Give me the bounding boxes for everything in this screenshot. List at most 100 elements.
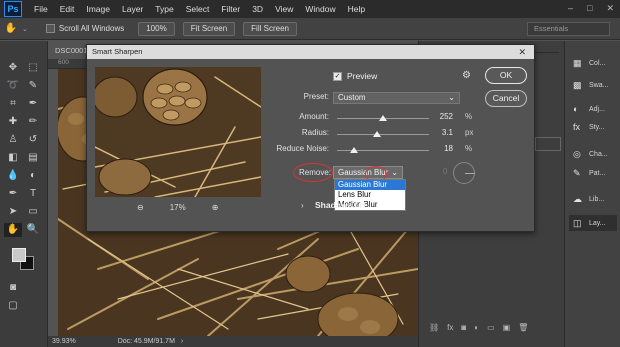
pen-tool-icon[interactable]: ✒ (4, 187, 22, 201)
blur-tool-icon[interactable]: 💧 (4, 169, 22, 183)
remove-label: Remove: (299, 168, 332, 177)
type-tool-icon[interactable]: T (24, 187, 42, 201)
radius-slider-thumb[interactable] (372, 131, 381, 137)
eraser-tool-icon[interactable]: ◧ (4, 151, 22, 165)
amount-label-wrap: Amount: (277, 112, 329, 124)
foreground-color-swatch[interactable] (12, 248, 26, 262)
preview-zoom-controls: ⊖ 17% ⊕ (137, 203, 218, 212)
zoom-100-button[interactable]: 100% (138, 21, 175, 36)
doc-size-readout: Doc: 45.9M/91.7M (117, 338, 175, 345)
strip-label-adjustments: Adj... (589, 105, 605, 113)
styles-panel-icon: fx (573, 122, 581, 132)
amount-value[interactable]: 252 (423, 112, 453, 121)
menu-3d[interactable]: 3D (246, 4, 269, 14)
new-layer-icon[interactable]: ▣ (503, 323, 511, 332)
menu-layer[interactable]: Layer (116, 4, 149, 14)
status-arrow-icon[interactable]: › (181, 338, 183, 345)
zoom-in-icon[interactable]: ⊕ (212, 203, 219, 212)
ruler-label: 600 (58, 59, 69, 66)
noise-label: Reduce Noise: (276, 144, 329, 153)
menu-image[interactable]: Image (80, 4, 116, 14)
strip-channels[interactable]: ◎ Cha... (573, 146, 608, 162)
menu-view[interactable]: View (269, 4, 299, 14)
close-icon[interactable]: ✕ (606, 3, 614, 14)
dodge-tool-icon[interactable]: ◐ (24, 169, 42, 183)
cancel-button[interactable]: Cancel (485, 90, 527, 107)
dialog-close-icon[interactable]: ✕ (518, 45, 526, 59)
new-group-icon[interactable]: ▭ (487, 323, 495, 332)
hand-tool-active-icon[interactable]: ✋ (4, 223, 22, 237)
menu-type[interactable]: Type (149, 4, 179, 14)
move-tool-icon[interactable]: ✥ (4, 61, 22, 75)
menu-file[interactable]: File (28, 4, 54, 14)
radius-slider[interactable] (337, 134, 429, 135)
shadows-highlights-label[interactable]: Shadows / H (315, 200, 366, 210)
workspace-select[interactable]: Essentials (527, 22, 610, 36)
color-panel-icon: ▦ (573, 58, 582, 68)
angle-dial[interactable] (453, 162, 475, 184)
gradient-tool-icon[interactable]: ▤ (24, 151, 42, 165)
panel-options-icon[interactable] (535, 137, 561, 151)
hand-tool-icon[interactable]: ✋ (0, 23, 22, 34)
strip-color[interactable]: ▦ Col... (573, 55, 605, 71)
tool-preset-chevron-icon[interactable]: ⌄ (22, 25, 28, 33)
screen-mode-icon[interactable]: ▢ (4, 299, 22, 313)
layer-mask-icon[interactable]: ◙ (461, 323, 466, 332)
zoom-out-icon[interactable]: ⊖ (137, 203, 144, 212)
noise-label-wrap: Reduce Noise: (267, 144, 329, 156)
fill-screen-button[interactable]: Fill Screen (243, 21, 297, 36)
crop-tool-icon[interactable]: ⌗ (4, 97, 22, 111)
marquee-tool-icon[interactable]: ⬚ (24, 61, 42, 75)
libraries-panel-icon: ☁ (573, 194, 582, 204)
history-brush-tool-icon[interactable]: ↺ (24, 133, 42, 147)
shape-tool-icon[interactable]: ▭ (24, 205, 42, 219)
disclosure-arrow-icon[interactable]: › (301, 201, 304, 210)
radius-value[interactable]: 3.1 (423, 128, 453, 137)
strip-styles[interactable]: fx Sty... (573, 119, 604, 135)
remove-option-gaussian[interactable]: Gaussian Blur (335, 180, 405, 190)
noise-slider-thumb[interactable] (349, 147, 358, 153)
strip-adjustments[interactable]: ◐ Adj... (573, 101, 605, 117)
menu-window[interactable]: Window (299, 4, 341, 14)
lasso-tool-icon[interactable]: ➰ (4, 79, 22, 93)
clone-stamp-tool-icon[interactable]: ♙ (4, 133, 22, 147)
strip-label-swatches: Swa... (589, 81, 609, 89)
pine-cone-preview-image (95, 67, 261, 197)
preview-checkbox[interactable]: ✓ (333, 71, 342, 81)
strip-swatches[interactable]: ▩ Swa... (573, 77, 608, 93)
noise-value[interactable]: 18 (423, 144, 453, 153)
amount-slider-thumb[interactable] (379, 115, 387, 121)
maximize-icon[interactable]: □ (587, 3, 592, 14)
healing-tool-icon[interactable]: ✚ (4, 115, 22, 129)
strip-layers[interactable]: ◫ Lay... (569, 215, 617, 231)
remove-option-lens[interactable]: Lens Blur (335, 190, 405, 200)
menu-edit[interactable]: Edit (54, 4, 81, 14)
scroll-all-checkbox[interactable] (45, 24, 55, 33)
path-select-tool-icon[interactable]: ➤ (4, 205, 22, 219)
preview-checkbox-row[interactable]: ✓ Preview (333, 71, 377, 81)
link-layers-icon[interactable]: ⛓ (429, 323, 439, 332)
preset-label: Preset: (303, 92, 329, 101)
settings-gear-icon[interactable]: ⚙ (462, 70, 471, 81)
menu-select[interactable]: Select (180, 4, 216, 14)
zoom-readout[interactable]: 39.93% (52, 338, 76, 345)
window-controls: – □ ✕ (568, 3, 614, 14)
minimize-icon[interactable]: – (568, 3, 573, 14)
quick-select-tool-icon[interactable]: ✎ (24, 79, 42, 93)
amount-label: Amount: (299, 112, 329, 121)
layer-style-icon[interactable]: fx (447, 323, 453, 332)
delete-layer-icon[interactable]: 🗑 (518, 323, 528, 332)
filter-preview[interactable] (95, 67, 261, 197)
eyedropper-tool-icon[interactable]: ✒ (24, 97, 42, 111)
preset-select[interactable]: Custom ⌄ (333, 92, 460, 104)
fit-screen-button[interactable]: Fit Screen (182, 21, 236, 36)
ok-button[interactable]: OK (485, 67, 527, 84)
brush-tool-icon[interactable]: ✏ (24, 115, 42, 129)
adjustment-layer-icon[interactable]: ◐ (474, 323, 479, 332)
strip-libraries[interactable]: ☁ Lib... (573, 191, 604, 207)
strip-paths[interactable]: ✎ Pat... (573, 165, 605, 181)
quick-mask-icon[interactable]: ◙ (4, 281, 22, 295)
menu-filter[interactable]: Filter (215, 4, 246, 14)
menu-help[interactable]: Help (342, 4, 371, 14)
zoom-tool-icon[interactable]: 🔍 (24, 223, 42, 237)
